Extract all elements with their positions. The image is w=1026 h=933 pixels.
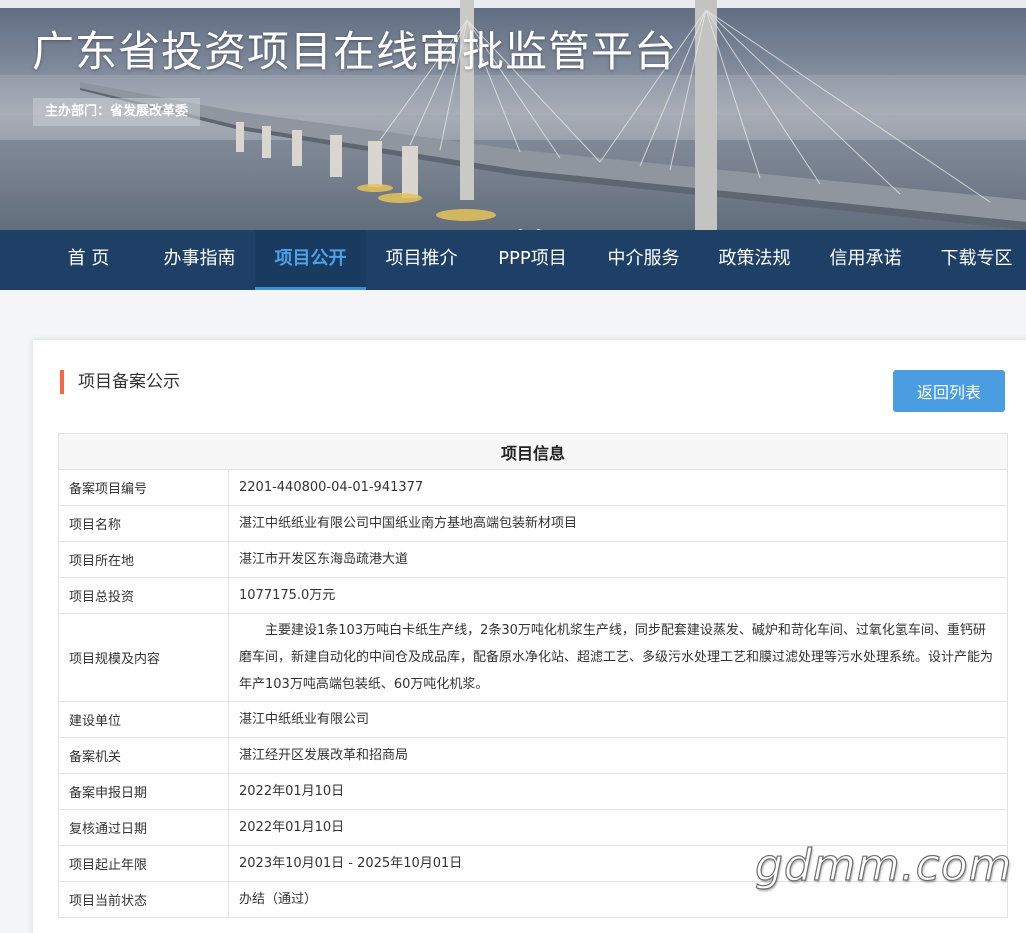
row-value: 湛江中纸纸业有限公司 <box>228 701 1008 738</box>
table-row: 备案申报日期 2022年01月10日 <box>58 773 1008 810</box>
row-label: 复核通过日期 <box>58 809 229 846</box>
table-row: 项目所在地 湛江市开发区东海岛疏港大道 <box>58 541 1008 578</box>
back-to-list-button[interactable]: 返回列表 <box>893 370 1005 412</box>
nav-item-intermediary[interactable]: 中介服务 <box>588 230 699 290</box>
nav-item-home[interactable]: 首 页 <box>33 230 144 290</box>
table-row: 项目总投资 1077175.0万元 <box>58 577 1008 614</box>
row-label: 项目起止年限 <box>58 845 229 882</box>
table-row: 建设单位 湛江中纸纸业有限公司 <box>58 701 1008 738</box>
row-value: 1077175.0万元 <box>228 577 1008 614</box>
table-row: 项目名称 湛江中纸纸业有限公司中国纸业南方基地高端包装新材项目 <box>58 505 1008 542</box>
table-header-row: 项目信息 <box>58 433 1008 470</box>
nav-item-credit[interactable]: 信用承诺 <box>810 230 921 290</box>
site-title: 广东省投资项目在线审批监管平台 <box>32 27 678 76</box>
row-label: 项目总投资 <box>58 577 229 614</box>
table-row: 项目规模及内容 主要建设1条103万吨白卡纸生产线，2条30万吨化机浆生产线，同… <box>58 613 1008 702</box>
row-value: 2022年01月10日 <box>228 773 1008 810</box>
row-label: 项目所在地 <box>58 541 229 578</box>
header-banner: 广东省投资项目在线审批监管平台 主办部门：省发展改革委 <box>0 0 1026 230</box>
host-department-badge: 主办部门：省发展改革委 <box>33 98 201 126</box>
row-value: 2201-440800-04-01-941377 <box>228 469 1008 506</box>
row-label: 备案项目编号 <box>58 469 229 506</box>
nav-item-policy[interactable]: 政策法规 <box>699 230 810 290</box>
nav-item-project-public[interactable]: 项目公开 <box>255 230 366 290</box>
nav-item-download[interactable]: 下载专区 <box>921 230 1026 290</box>
table-row: 备案机关 湛江经开区发展改革和招商局 <box>58 737 1008 774</box>
row-label: 备案申报日期 <box>58 773 229 810</box>
row-label: 备案机关 <box>58 737 229 774</box>
main-nav: 首 页 办事指南 项目公开 项目推介 PPP项目 中介服务 政策法规 信用承诺 … <box>0 230 1026 290</box>
watermark-logo: gdmm.com <box>754 839 1013 891</box>
row-label: 建设单位 <box>58 701 229 738</box>
row-value: 湛江经开区发展改革和招商局 <box>228 737 1008 774</box>
section-title: 项目备案公示 <box>60 370 180 394</box>
row-value: 湛江市开发区东海岛疏港大道 <box>228 541 1008 578</box>
row-label: 项目规模及内容 <box>58 613 229 702</box>
row-label: 项目当前状态 <box>58 881 229 918</box>
table-title: 项目信息 <box>58 433 1008 470</box>
nav-item-ppp[interactable]: PPP项目 <box>477 230 588 290</box>
nav-item-project-promotion[interactable]: 项目推介 <box>366 230 477 290</box>
row-label: 项目名称 <box>58 505 229 542</box>
row-value-description: 主要建设1条103万吨白卡纸生产线，2条30万吨化机浆生产线，同步配套建设蒸发、… <box>228 613 1008 702</box>
table-row: 备案项目编号 2201-440800-04-01-941377 <box>58 469 1008 506</box>
nav-item-guide[interactable]: 办事指南 <box>144 230 255 290</box>
row-value: 湛江中纸纸业有限公司中国纸业南方基地高端包装新材项目 <box>228 505 1008 542</box>
